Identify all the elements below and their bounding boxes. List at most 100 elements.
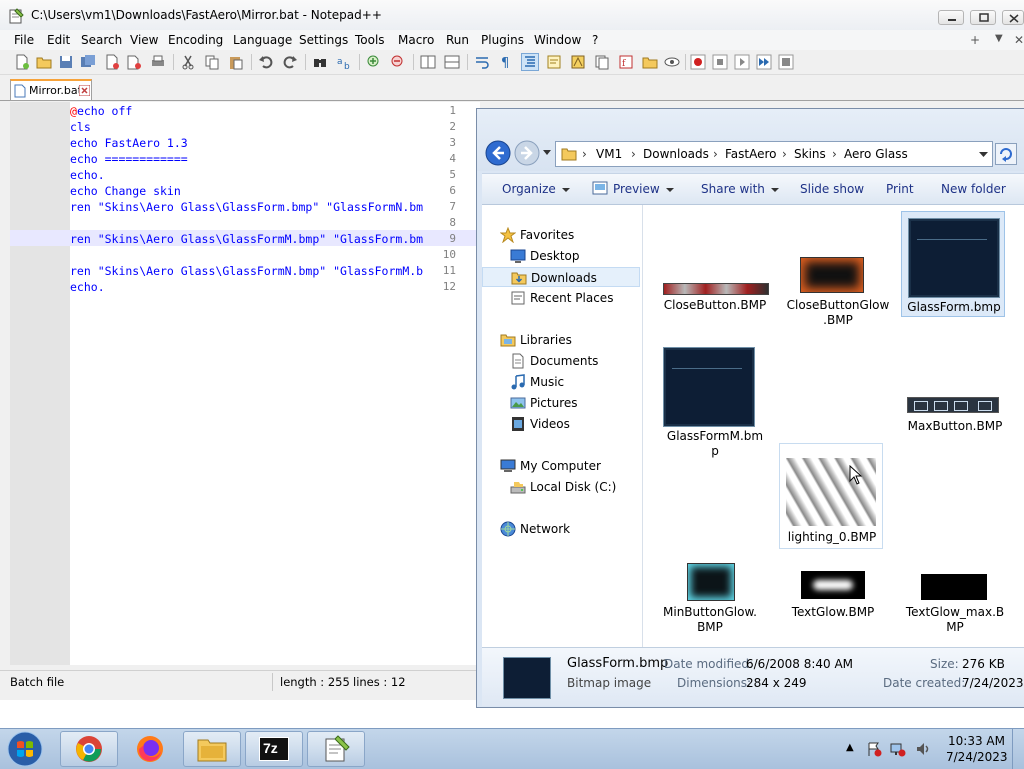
refresh-icon[interactable] — [995, 143, 1017, 165]
function-list-icon[interactable]: f — [618, 54, 634, 70]
show-desktop-button[interactable] — [1012, 729, 1024, 769]
close-button[interactable] — [1002, 10, 1024, 25]
new-tab-icon[interactable]: + — [970, 33, 980, 47]
close-all-icon[interactable] — [126, 54, 142, 70]
nav-favorites[interactable]: Favorites — [482, 225, 640, 245]
organize-button[interactable]: Organize — [502, 182, 570, 196]
preview-button[interactable]: Preview — [613, 182, 674, 196]
volume-icon[interactable] — [915, 741, 931, 757]
crumb-downloads[interactable]: Downloads — [643, 147, 709, 161]
maximize-button[interactable] — [970, 10, 996, 25]
file-item-closebutton[interactable]: CloseButton.BMP — [655, 245, 775, 315]
nav-desktop[interactable]: Desktop — [482, 246, 640, 266]
new-file-icon[interactable] — [14, 54, 30, 70]
save-icon[interactable] — [58, 54, 74, 70]
folder-workspace-icon[interactable] — [642, 54, 658, 70]
menu-window[interactable]: Window — [534, 33, 581, 47]
menu-language[interactable]: Language — [233, 33, 292, 47]
crumb-vm1[interactable]: VM1 — [596, 147, 622, 161]
indent-guide-icon[interactable] — [521, 53, 539, 71]
nav-downloads[interactable]: Downloads — [482, 267, 640, 287]
save-macro-icon[interactable] — [778, 54, 794, 70]
paste-icon[interactable] — [228, 54, 244, 70]
doc-list-icon[interactable] — [594, 54, 610, 70]
file-item-closebuttonglow[interactable]: CloseButtonGlow .BMP — [778, 245, 898, 331]
stop-macro-icon[interactable] — [712, 54, 728, 70]
address-bar[interactable]: › VM1 › Downloads › FastAero › Skins › A… — [555, 141, 993, 167]
editor-area[interactable]: 1 @echo off 2 cls 3 echo FastAero 1.3 4 … — [10, 102, 480, 665]
menu-macro[interactable]: Macro — [398, 33, 434, 47]
record-macro-icon[interactable] — [690, 54, 706, 70]
action-center-flag-icon[interactable] — [866, 741, 882, 757]
copy-icon[interactable] — [204, 54, 220, 70]
menu-tools[interactable]: Tools — [355, 33, 385, 47]
file-item-lighting[interactable]: lighting_0.BMP — [779, 443, 883, 549]
print-icon[interactable] — [150, 54, 166, 70]
nav-recent-places[interactable]: Recent Places — [482, 288, 640, 308]
taskbar-firefox[interactable] — [121, 731, 179, 767]
show-all-chars-icon[interactable]: ¶ — [498, 54, 514, 70]
word-wrap-icon[interactable] — [474, 54, 490, 70]
redo-icon[interactable] — [282, 54, 298, 70]
find-icon[interactable] — [312, 54, 328, 70]
file-item-minbuttonglow[interactable]: MinButtonGlow. BMP — [650, 563, 770, 643]
tab-mirror-bat[interactable]: Mirror.bat — [10, 79, 92, 100]
menu-settings[interactable]: Settings — [299, 33, 348, 47]
recent-pages-chevron-icon[interactable] — [543, 150, 551, 156]
nav-network[interactable]: Network — [482, 519, 640, 539]
zoom-in-icon[interactable] — [366, 54, 382, 70]
file-item-textglow-max[interactable]: TextGlow_max.B MP — [895, 563, 1015, 643]
play-macro-icon[interactable] — [734, 54, 750, 70]
network-tray-icon[interactable] — [890, 741, 906, 757]
nav-my-computer[interactable]: My Computer — [482, 456, 640, 476]
zoom-out-icon[interactable] — [390, 54, 406, 70]
print-button[interactable]: Print — [886, 182, 914, 196]
udl-icon[interactable] — [546, 54, 562, 70]
nav-local-disk[interactable]: Local Disk (C:) — [482, 477, 640, 497]
menu-file[interactable]: File — [14, 33, 34, 47]
sync-vertical-icon[interactable] — [420, 54, 436, 70]
slide-show-button[interactable]: Slide show — [800, 182, 864, 196]
replace-icon[interactable]: ab — [336, 54, 352, 70]
close-doc-icon[interactable]: ✕ — [1014, 33, 1024, 47]
file-item-glassformm[interactable]: GlassFormM.bm p — [655, 341, 775, 458]
nav-libraries[interactable]: Libraries — [482, 330, 640, 350]
crumb-aero-glass[interactable]: Aero Glass — [844, 147, 908, 161]
monitor-icon[interactable] — [664, 54, 680, 70]
clock-time[interactable]: 10:33 AM — [948, 734, 1005, 748]
new-folder-button[interactable]: New folder — [941, 182, 1006, 196]
taskbar-chrome[interactable] — [60, 731, 118, 767]
doc-map-icon[interactable] — [570, 54, 586, 70]
menu-search[interactable]: Search — [81, 33, 122, 47]
menu-help[interactable]: ? — [592, 33, 598, 47]
open-file-icon[interactable] — [36, 54, 52, 70]
crumb-skins[interactable]: Skins — [794, 147, 826, 161]
menu-edit[interactable]: Edit — [47, 33, 70, 47]
menu-view[interactable]: View — [130, 33, 158, 47]
menu-plugins[interactable]: Plugins — [481, 33, 524, 47]
address-dropdown-icon[interactable] — [979, 152, 988, 158]
file-item-glassform[interactable]: GlassForm.bmp — [901, 211, 1005, 317]
undo-icon[interactable] — [258, 54, 274, 70]
nav-pictures[interactable]: Pictures — [482, 393, 640, 413]
share-with-button[interactable]: Share with — [701, 182, 779, 196]
minimize-button[interactable] — [938, 10, 964, 25]
menu-encoding[interactable]: Encoding — [168, 33, 223, 47]
tab-close-icon[interactable] — [79, 85, 90, 96]
tab-list-icon[interactable]: ▼ — [995, 33, 1003, 44]
crumb-fastaero[interactable]: FastAero — [725, 147, 777, 161]
save-all-icon[interactable] — [80, 54, 96, 70]
menu-run[interactable]: Run — [446, 33, 469, 47]
nav-documents[interactable]: Documents — [482, 351, 640, 371]
show-hidden-icons-icon[interactable]: ▲ — [846, 742, 854, 753]
taskbar-notepadpp[interactable] — [307, 731, 365, 767]
clock-date[interactable]: 7/24/2023 — [946, 750, 1008, 764]
start-button-icon[interactable] — [5, 730, 45, 768]
taskbar-7zip[interactable]: 7z — [245, 731, 303, 767]
forward-arrow-icon[interactable] — [514, 140, 540, 166]
sync-horizontal-icon[interactable] — [444, 54, 460, 70]
nav-music[interactable]: Music — [482, 372, 640, 392]
run-macro-multiple-icon[interactable] — [756, 54, 772, 70]
title-bar[interactable]: C:\Users\vm1\Downloads\FastAero\Mirror.b… — [0, 0, 1024, 30]
close-file-icon[interactable] — [104, 54, 120, 70]
